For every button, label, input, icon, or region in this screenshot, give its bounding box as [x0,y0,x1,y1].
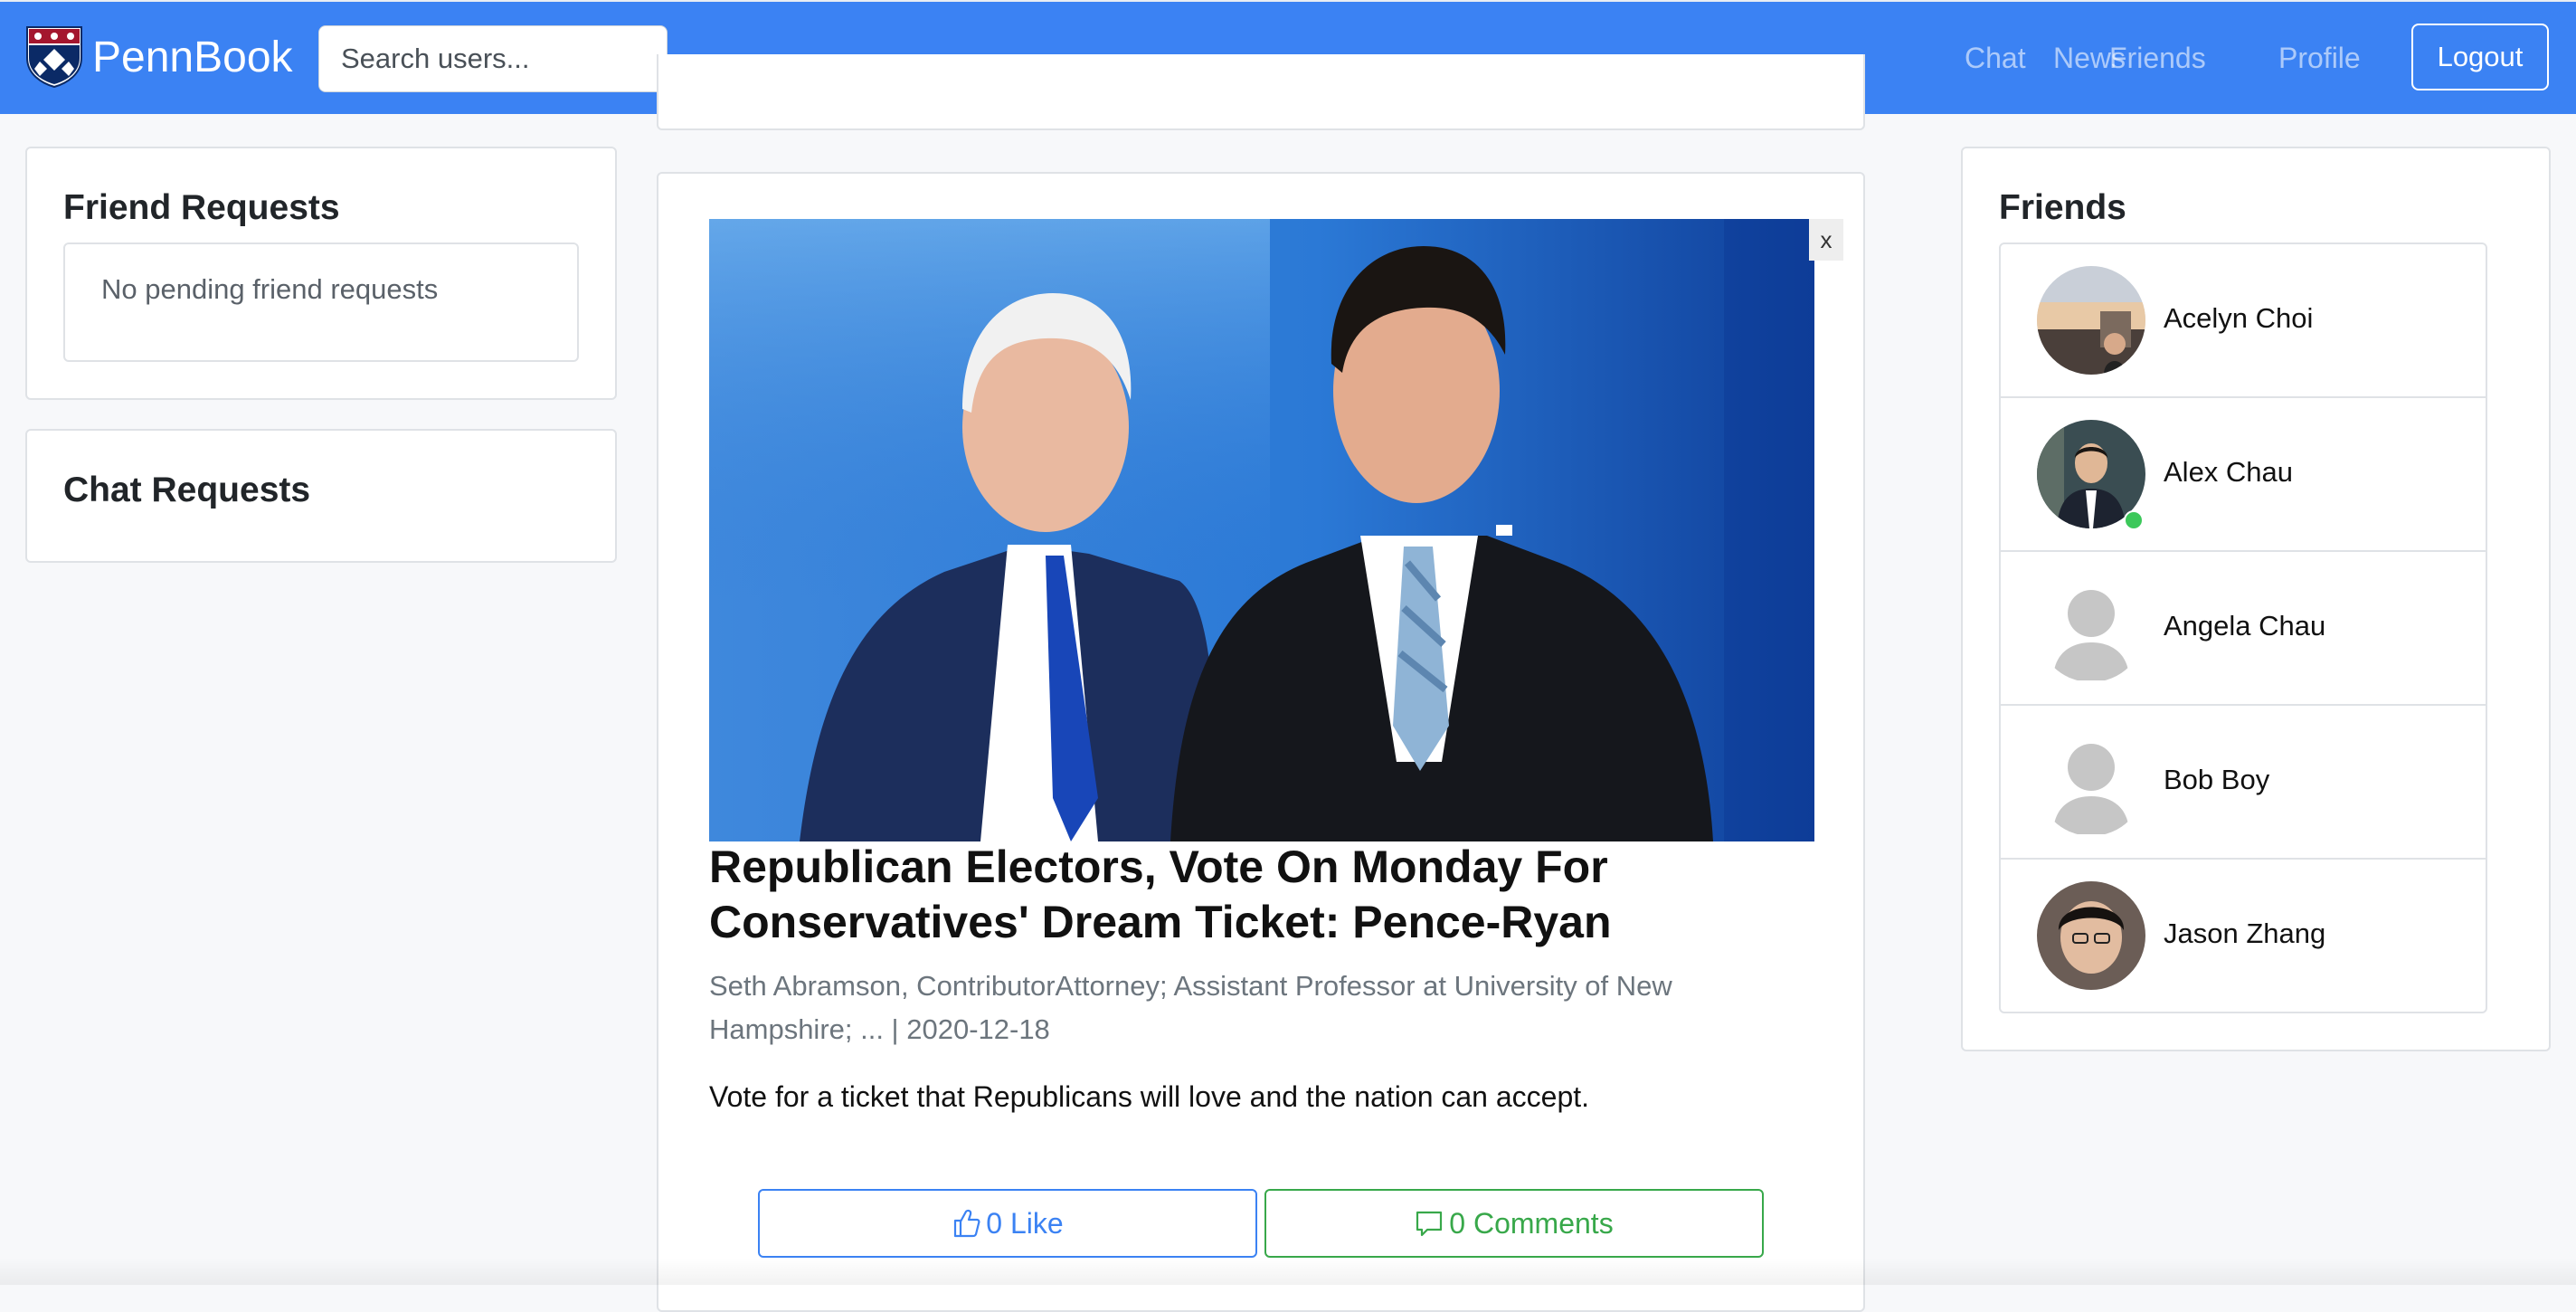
news-image [709,219,1814,841]
online-status-dot [2124,510,2144,530]
friend-requests-card: Friend Requests No pending friend reques… [25,147,617,400]
default-user-icon [2037,727,2145,836]
news-title[interactable]: Republican Electors, Vote On Monday For … [709,840,1776,950]
friend-item[interactable]: Bob Boy [2001,706,2486,860]
bottom-shadow [0,1258,2576,1285]
friend-item[interactable]: Alex Chau [2001,398,2486,552]
nav-link-chat[interactable]: Chat [1965,38,2026,78]
friends-card: Friends Acelyn Choi Alex Chau Angela Cha… [1961,147,2551,1051]
friends-list: Acelyn Choi Alex Chau Angela Chau Bob Bo… [1999,242,2487,1013]
comment-icon [1415,1208,1444,1239]
logout-button[interactable]: Logout [2411,24,2549,90]
friend-name: Angela Chau [2164,610,2326,642]
nav-link-friends[interactable]: Friends [2109,38,2206,78]
friend-name: Acelyn Choi [2164,302,2314,334]
friend-requests-empty-text: No pending friend requests [101,273,439,305]
thumbs-up-icon [952,1208,980,1239]
friend-item[interactable]: Acelyn Choi [2001,244,2486,398]
previous-news-card [657,54,1865,130]
news-summary: Vote for a ticket that Republicans will … [709,1080,1590,1113]
friend-requests-list: No pending friend requests [63,242,579,362]
friend-name: Bob Boy [2164,764,2270,795]
friend-requests-title: Friend Requests [63,188,340,227]
friends-title: Friends [1999,188,2126,227]
comments-label: 0 Comments [1449,1206,1614,1240]
brand-name[interactable]: PennBook [92,29,293,87]
like-label: 0 Like [986,1206,1064,1240]
friend-name: Alex Chau [2164,456,2294,488]
friend-name: Jason Zhang [2164,917,2326,949]
close-news-button[interactable]: x [1809,219,1843,261]
news-meta: Seth Abramson, ContributorAttorney; Assi… [709,970,1672,1045]
penn-shield-icon[interactable] [25,25,83,89]
search-input[interactable] [318,25,668,92]
nav-link-profile[interactable]: Profile [2278,38,2361,78]
friend-item[interactable]: Angela Chau [2001,552,2486,706]
avatar [2037,266,2145,375]
avatar [2037,881,2145,990]
friend-item[interactable]: Jason Zhang [2001,860,2486,1013]
like-button[interactable]: 0 Like [758,1189,1257,1258]
news-card: x Republican Electors, Vote On Monday Fo… [657,172,1865,1312]
default-user-icon [2037,574,2145,682]
chat-requests-title: Chat Requests [63,471,311,509]
chat-requests-card: Chat Requests [25,429,617,563]
comments-button[interactable]: 0 Comments [1264,1189,1764,1258]
